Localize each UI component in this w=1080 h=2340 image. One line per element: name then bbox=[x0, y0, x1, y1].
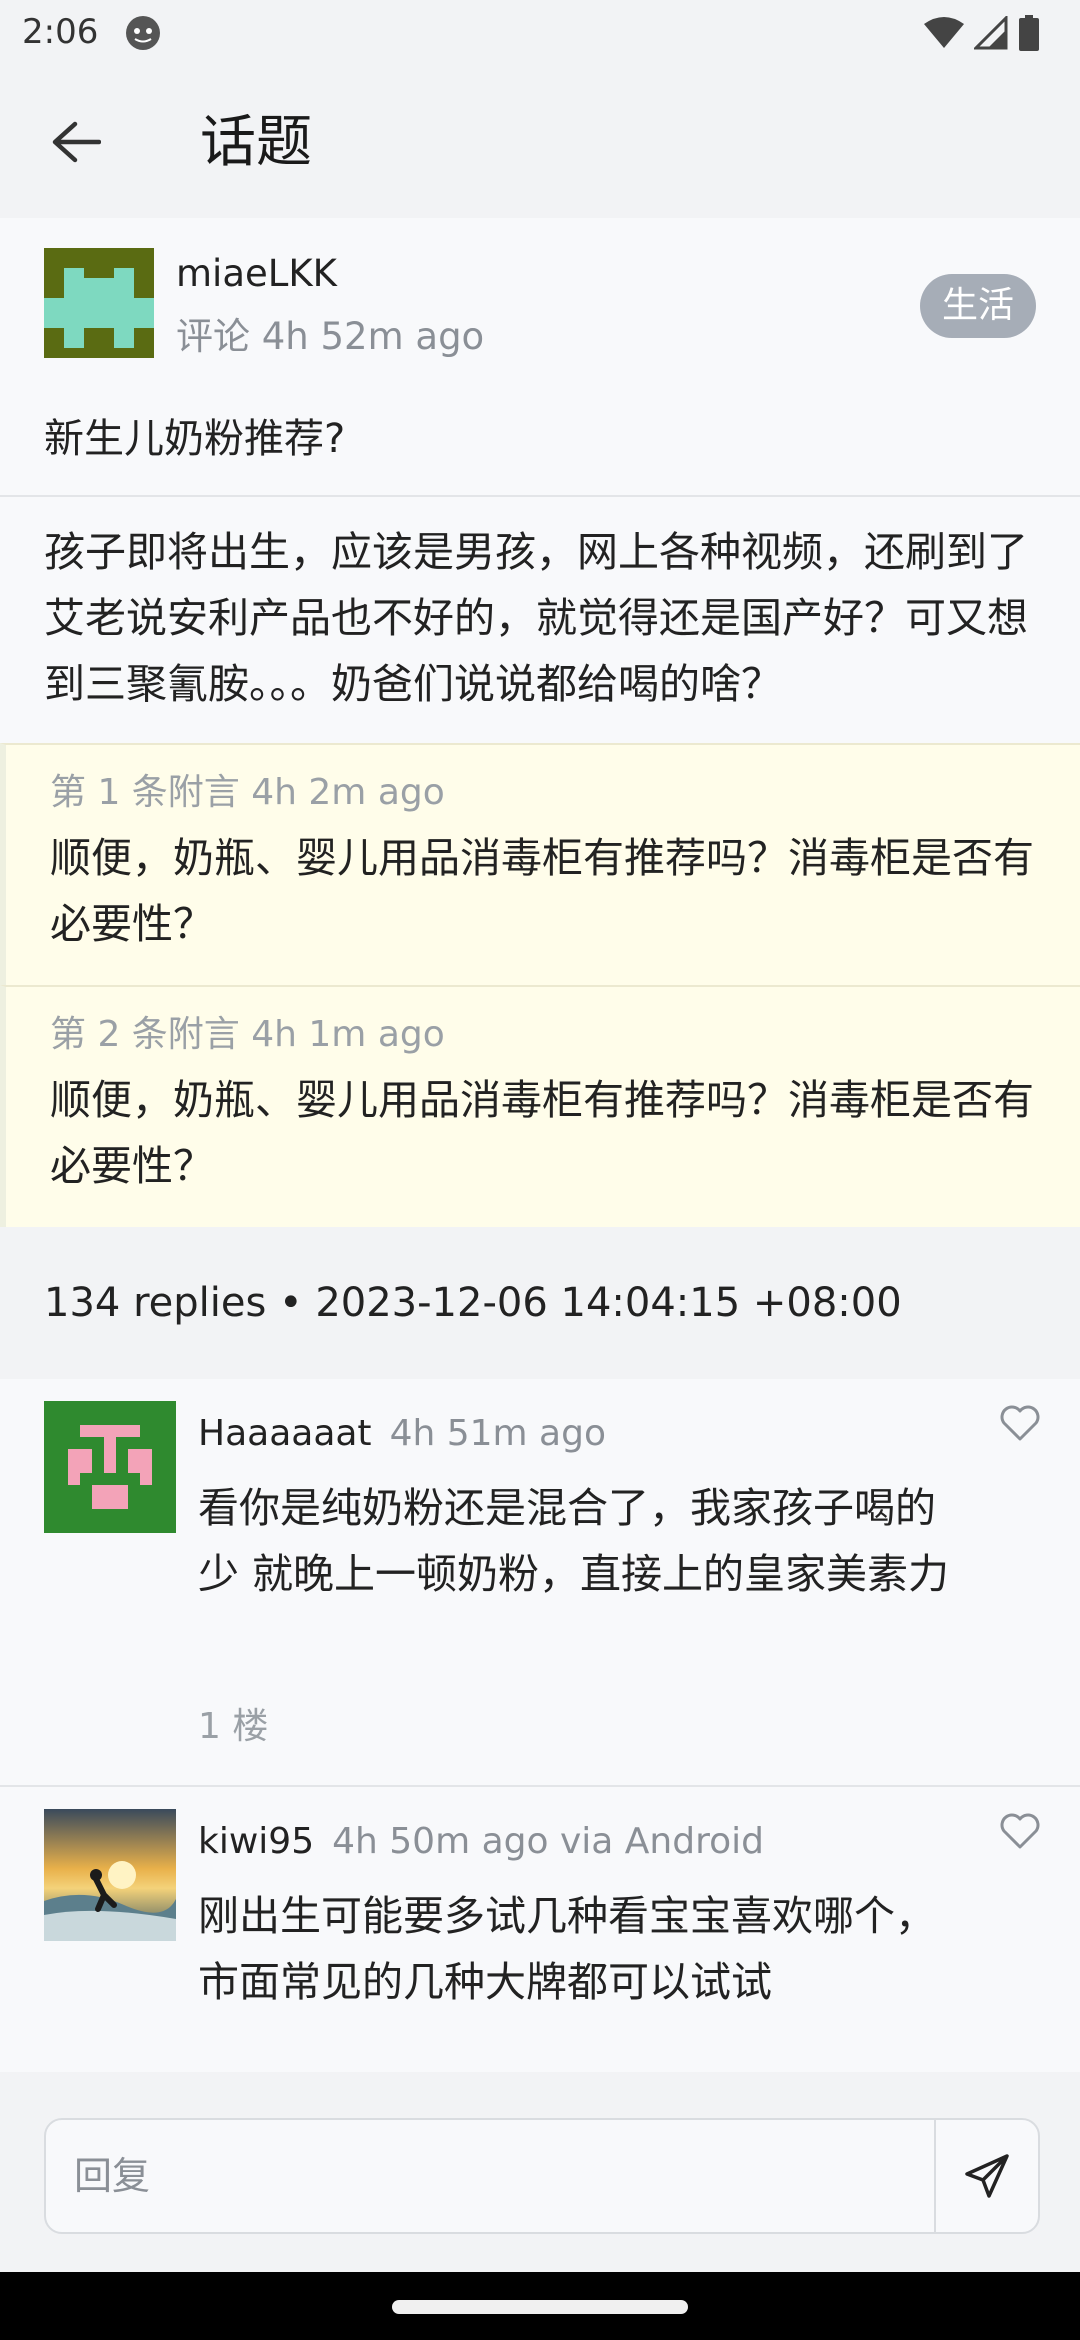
topic-title: 新生儿奶粉推荐? bbox=[44, 416, 346, 462]
reply-input[interactable] bbox=[48, 2122, 928, 2230]
assistant-face-icon bbox=[126, 16, 160, 50]
reply-box bbox=[44, 2118, 1040, 2234]
home-handle[interactable] bbox=[392, 2300, 688, 2314]
reply-text: 刚出生可能要多试几种看宝宝喜欢哪个，市面常见的几种大牌都可以试试 bbox=[198, 1892, 936, 2006]
system-nav-bar bbox=[0, 2272, 1080, 2340]
reply-header: kiwi95 4h 50m ago via Android bbox=[198, 1821, 764, 1862]
addendum-meta: 第 2 条附言 4h 1m ago bbox=[50, 1014, 445, 1055]
topic-body: 孩子即将出生，应该是男孩，网上各种视频，还刷到了艾老说安利产品也不好的，就觉得还… bbox=[0, 497, 1080, 743]
status-bar: 2:06 bbox=[0, 0, 1080, 66]
addendum-body: 顺便，奶瓶、婴儿用品消毒柜有推荐吗？消毒柜是否有必要性？ bbox=[50, 834, 1034, 948]
addendum-meta: 第 1 条附言 4h 2m ago bbox=[50, 772, 445, 813]
author-name[interactable]: miaeLKK bbox=[176, 252, 337, 295]
reply-item[interactable]: kiwi95 4h 50m ago via Android 刚出生可能要多试几种看… bbox=[0, 1787, 1080, 2072]
heart-icon[interactable] bbox=[998, 1809, 1042, 1853]
app-bar: 话题 bbox=[0, 66, 1080, 218]
status-time: 2:06 bbox=[22, 12, 99, 52]
topic-header: miaeLKK 评论 4h 52m ago 生活 新生儿奶粉推荐? bbox=[0, 218, 1080, 495]
reply-text: 看你是纯奶粉还是混合了，我家孩子喝的少 就晚上一顿奶粉，直接上的皇家美素力 bbox=[198, 1484, 950, 1598]
addendum: 第 1 条附言 4h 2m ago 顺便，奶瓶、婴儿用品消毒柜有推荐吗？消毒柜是… bbox=[0, 743, 1080, 985]
wifi-icon bbox=[924, 17, 964, 48]
floor-number: 1 楼 bbox=[198, 1706, 269, 1747]
topic-card: miaeLKK 评论 4h 52m ago 生活 新生儿奶粉推荐? 孩子即将出生… bbox=[0, 218, 1080, 743]
topic-meta: 评论 4h 52m ago bbox=[176, 315, 485, 358]
compose-bar bbox=[0, 2072, 1080, 2272]
reply-header: Haaaaaat 4h 51m ago bbox=[198, 1413, 606, 1454]
heart-icon[interactable] bbox=[998, 1401, 1042, 1445]
send-icon bbox=[965, 2154, 1009, 2198]
topic-content[interactable]: miaeLKK 评论 4h 52m ago 生活 新生儿奶粉推荐? 孩子即将出生… bbox=[0, 218, 1080, 2072]
reply-time: 4h 50m ago via Android bbox=[332, 1821, 764, 1862]
avatar[interactable] bbox=[44, 1401, 176, 1533]
signal-icon bbox=[974, 16, 1008, 50]
status-icons bbox=[924, 14, 1040, 52]
reply-author[interactable]: Haaaaaat bbox=[198, 1413, 372, 1454]
addendum-body: 顺便，奶瓶、婴儿用品消毒柜有推荐吗？消毒柜是否有必要性？ bbox=[50, 1076, 1034, 1190]
node-tag[interactable]: 生活 bbox=[919, 274, 1036, 338]
reply-time: 4h 51m ago bbox=[389, 1413, 606, 1454]
battery-icon bbox=[1019, 15, 1039, 51]
send-button[interactable] bbox=[934, 2120, 1038, 2232]
reply-author[interactable]: kiwi95 bbox=[198, 1821, 314, 1862]
reply-item[interactable]: Haaaaaat 4h 51m ago 看你是纯奶粉还是混合了，我家孩子喝的少 就… bbox=[0, 1379, 1080, 1787]
reply-summary: 134 replies • 2023-12-06 14:04:15 +08:00 bbox=[0, 1227, 1080, 1379]
back-button[interactable] bbox=[40, 106, 112, 178]
back-arrow-icon bbox=[52, 121, 101, 163]
avatar[interactable] bbox=[44, 248, 154, 358]
avatar[interactable] bbox=[44, 1809, 176, 1941]
page-title: 话题 bbox=[200, 110, 312, 175]
addendum: 第 2 条附言 4h 1m ago 顺便，奶瓶、婴儿用品消毒柜有推荐吗？消毒柜是… bbox=[0, 985, 1080, 1227]
